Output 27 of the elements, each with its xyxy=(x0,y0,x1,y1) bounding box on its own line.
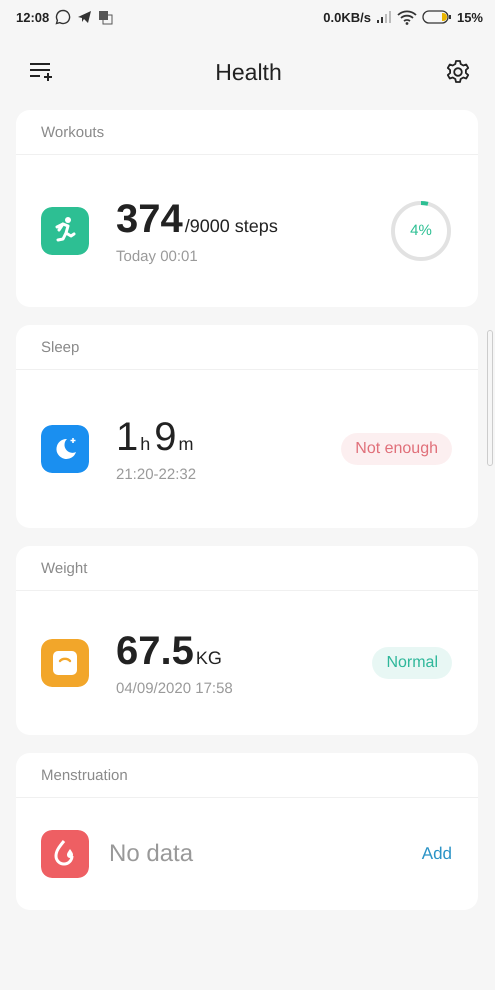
wifi-icon xyxy=(396,10,417,24)
page-title: Health xyxy=(214,58,283,86)
empty-message: No data xyxy=(109,840,194,868)
value-reading: 67.5 KG xyxy=(116,629,223,674)
status-badge: Normal xyxy=(372,647,452,679)
status-badge: Not enough xyxy=(341,433,452,465)
chat-bubble-icon xyxy=(55,9,72,25)
progress-percent: 4% xyxy=(409,222,433,239)
settings-button[interactable] xyxy=(445,59,471,85)
clock: 12:08 xyxy=(16,10,50,24)
card-title: Workouts xyxy=(41,124,104,140)
card-title: Weight xyxy=(41,560,88,576)
battery-percent: 15% xyxy=(456,10,483,24)
translate-icon xyxy=(98,10,114,24)
card-title: Menstruation xyxy=(41,766,128,784)
add-link[interactable]: Add xyxy=(422,844,452,864)
timestamp: 04/09/2020 17:58 xyxy=(116,680,233,697)
timestamp: Today 00:01 xyxy=(116,248,199,265)
timestamp: 21:20-22:32 xyxy=(116,466,198,483)
signal-icon xyxy=(376,11,392,23)
paper-plane-icon xyxy=(77,10,92,24)
card-title: Sleep xyxy=(41,338,80,356)
battery-icon xyxy=(422,10,452,24)
value-reading: 1 h 9 m xyxy=(116,415,195,460)
network-speed: 0.0KB/s xyxy=(323,10,371,24)
value-reading: 374/9000 steps xyxy=(116,197,279,242)
menu-add-button[interactable] xyxy=(28,61,52,83)
